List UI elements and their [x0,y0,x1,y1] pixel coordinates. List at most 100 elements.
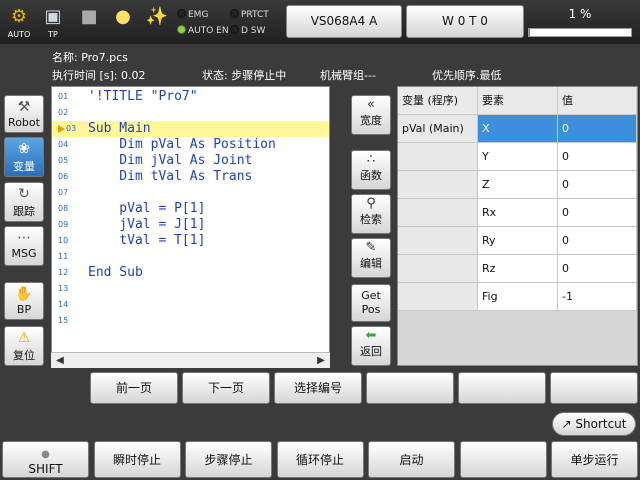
line-number: 06 [58,172,69,181]
line-number: 15 [58,316,69,325]
function-button[interactable]: ∴ 函数 [351,150,391,190]
auto-mode-icon: ⚙ AUTO [4,4,34,42]
element-cell: Ry [478,227,558,255]
line-number: 14 [58,300,69,309]
dsw-lamp: D SW [230,25,265,36]
code-line[interactable]: 13 [52,281,329,297]
line-number: 13 [58,284,69,293]
nav-breakpoint-button[interactable]: ✋ BP [4,282,44,320]
line-number: 09 [58,220,69,229]
line-number: 01 [58,92,69,101]
nav-variable-button[interactable]: ❀ 变量 [4,137,44,177]
shortcut-button[interactable]: ↗ Shortcut [552,412,636,436]
nav-robot-button[interactable]: ⚒ Robot [4,95,44,133]
line-number: 02 [58,108,69,117]
program-editor[interactable]: 01 '!TITLE "Pro7" 02 03 Sub Main 04 Dim pVal … [51,86,330,368]
code-text: jVal = J[1] [88,217,206,232]
value-cell[interactable]: 0 [558,143,637,171]
progress-text: 1 % [568,7,592,21]
shift-button[interactable]: ● SHIFT [2,441,89,478]
auto-label: AUTO [7,30,31,39]
scroll-right-icon[interactable]: ▶ [314,354,328,367]
code-line[interactable]: 04 Dim pVal As Position [52,137,329,153]
code-line[interactable]: 08 pVal = P[1] [52,201,329,217]
code-text: '!TITLE "Pro7" [88,89,198,104]
table-row[interactable]: Y0 [398,143,637,171]
tool-work-button[interactable]: W 0 T 0 [406,5,524,38]
value-cell[interactable]: 0 [558,171,637,199]
width-button[interactable]: « 宽度 [351,95,391,135]
current-line-arrow-icon [58,125,65,133]
table-row[interactable]: Z0 [398,171,637,199]
code-line[interactable]: 05 Dim jVal As Joint [52,153,329,169]
back-button[interactable]: ⬅ 返回 [351,326,391,366]
code-line[interactable]: 12 End Sub [52,265,329,281]
nav-reset-button[interactable]: ⚠ 复位 [4,326,44,366]
message-icon: ⋯ [17,230,31,246]
code-line[interactable]: 06 Dim tVal As Trans [52,169,329,185]
code-line[interactable]: 02 [52,105,329,121]
select-number-button[interactable]: 选择编号 [274,372,362,404]
nav-trace-button[interactable]: ↻ 跟踪 [4,182,44,222]
tp-label: TP [48,30,58,39]
value-cell[interactable]: 0 [558,255,637,283]
table-row[interactable]: Fig -1 [398,283,637,311]
variable-icon: ❀ [18,141,30,157]
line-number: 04 [58,140,69,149]
header-value: 值 [558,87,637,115]
robot-arm-icon: ⚒ [17,99,31,115]
step-stop-button[interactable]: 步骤停止 [185,441,272,478]
run-status: 状态: 步骤停止中 [202,69,287,82]
teach-pendant-icon: ▣ TP [38,4,68,42]
line-number: 08 [58,204,69,213]
start-button[interactable]: 启动 [368,441,455,478]
code-line[interactable]: 11 [52,249,329,265]
editor-horizontal-scrollbar[interactable]: ◀ ▶ [51,352,330,368]
table-row[interactable]: Ry 0 [398,227,637,255]
code-line[interactable]: 07 [52,185,329,201]
func-empty-button-3[interactable] [550,372,638,404]
search-button[interactable]: ⚲ 检索 [351,194,391,234]
code-line[interactable]: 10 tVal = T[1] [52,233,329,249]
func-empty-button-2[interactable] [458,372,546,404]
code-line[interactable]: 09 jVal = J[1] [52,217,329,233]
value-cell[interactable]: 0 [558,199,637,227]
line-number: 11 [58,252,69,261]
trace-icon: ↻ [18,186,30,202]
cycle-stop-button[interactable]: 循环停止 [276,441,364,478]
variable-cell [398,255,478,283]
priority: 优先顺序.最低 [432,69,502,82]
value-cell[interactable]: 0 [558,115,637,143]
code-line[interactable]: 14 [52,297,329,313]
value-cell[interactable]: 0 [558,227,637,255]
bottom-empty-button[interactable] [459,441,547,478]
shortcut-icon: ↗ [561,417,572,431]
step-run-button[interactable]: 单步运行 [551,441,638,478]
instant-stop-button[interactable]: 瞬时停止 [93,441,181,478]
progress-bar [528,28,632,37]
next-page-button[interactable]: 下一页 [182,372,270,404]
edit-button[interactable]: ✎ 编辑 [351,238,391,278]
table-row[interactable]: Rz 0 [398,255,637,283]
nav-msg-button[interactable]: ⋯ MSG [4,226,44,266]
variable-cell [398,143,478,171]
element-cell: X [478,115,558,143]
get-pos-button[interactable]: Get Pos [351,284,391,322]
emg-dot [177,9,186,18]
scroll-left-icon[interactable]: ◀ [53,354,67,367]
hand-icon: ✋ [15,286,33,302]
func-empty-button-1[interactable] [366,372,454,404]
code-line[interactable]: 03 Sub Main [52,121,329,137]
table-row[interactable]: Rx 0 [398,199,637,227]
code-line[interactable]: 01 '!TITLE "Pro7" [52,89,329,105]
variable-table: 变量 (程序) 要素 值 pVal (Main) X 0 Y 0 Z 0 Rx 0 Ry 0 Rz 0 F… [397,86,638,366]
top-status-bar: ⚙ AUTO ▣ TP ■ ● ✨ EMG PRTCT AUTO EN D SW… [0,0,640,44]
robot-select-button[interactable]: VS068A4 A [286,5,402,38]
value-cell[interactable]: -1 [558,283,637,311]
code-line[interactable]: 15 [52,313,329,329]
function-icon: ∴ [366,152,376,167]
shift-indicator-icon: ● [41,449,50,460]
line-number: 07 [58,188,69,197]
prev-page-button[interactable]: 前一页 [90,372,178,404]
table-row[interactable]: pVal (Main) X 0 [398,115,637,143]
